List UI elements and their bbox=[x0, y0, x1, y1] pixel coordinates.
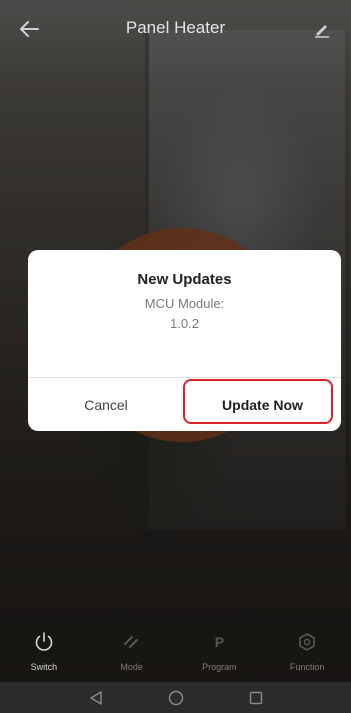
function-icon bbox=[299, 633, 315, 651]
cancel-button[interactable]: Cancel bbox=[28, 378, 184, 431]
back-triangle-icon bbox=[89, 690, 102, 705]
tab-label: Mode bbox=[120, 662, 143, 672]
update-now-button[interactable]: Update Now bbox=[184, 378, 341, 431]
nav-home-button[interactable] bbox=[165, 687, 187, 709]
power-icon bbox=[35, 632, 53, 651]
program-icon: P bbox=[214, 634, 225, 650]
nav-recents-button[interactable] bbox=[245, 687, 267, 709]
recents-square-icon bbox=[249, 691, 262, 704]
tab-function[interactable]: Function bbox=[272, 630, 342, 672]
home-circle-icon bbox=[168, 690, 183, 705]
update-dialog: New Updates MCU Module: 1.0.2 Cancel Upd… bbox=[28, 250, 341, 431]
tab-label: Switch bbox=[30, 662, 58, 672]
dialog-title: New Updates bbox=[137, 271, 232, 288]
system-nav-bar bbox=[0, 682, 351, 713]
dialog-message-version: 1.0.2 bbox=[170, 316, 199, 331]
tab-label: Program bbox=[202, 662, 237, 672]
tab-program[interactable]: P Program bbox=[184, 630, 254, 672]
edit-button[interactable] bbox=[307, 14, 337, 44]
pencil-icon bbox=[315, 25, 329, 38]
tab-mode[interactable]: Mode bbox=[97, 630, 167, 672]
tab-switch[interactable]: Switch bbox=[9, 630, 79, 672]
tab-label: Function bbox=[289, 662, 325, 672]
bottom-tab-bar: Switch Mode P Program Function bbox=[0, 618, 351, 682]
dialog-message-module: MCU Module: bbox=[144, 296, 225, 311]
page-title: Panel Heater bbox=[125, 18, 226, 37]
mode-icon bbox=[123, 636, 138, 648]
app-header: Panel Heater bbox=[0, 0, 351, 58]
nav-back-button[interactable] bbox=[85, 687, 107, 709]
arrow-left-icon bbox=[20, 21, 39, 37]
back-button[interactable] bbox=[14, 14, 44, 44]
